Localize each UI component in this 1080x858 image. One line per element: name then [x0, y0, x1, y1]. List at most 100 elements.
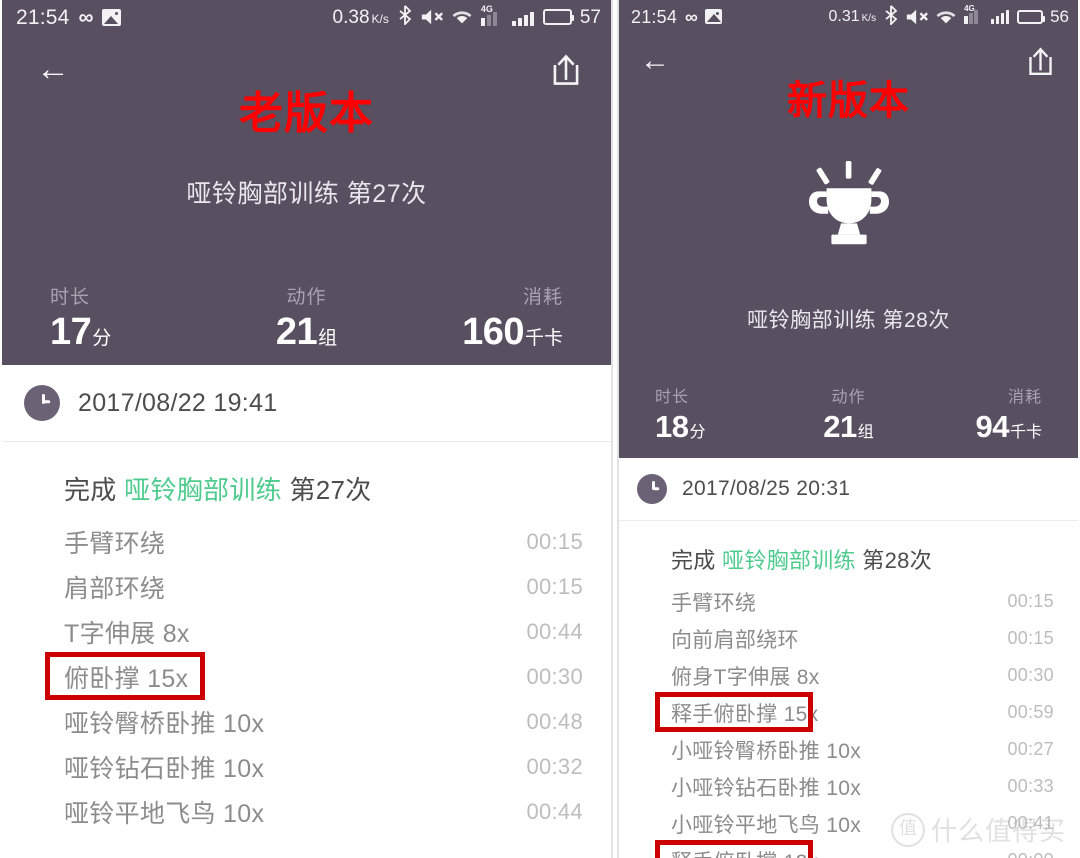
workout-timestamp-row: 2017/08/22 19:41 [2, 365, 611, 442]
stat-item: 消耗 94千卡 [913, 383, 1043, 442]
signal-sim2-icon [990, 9, 1010, 24]
exercise-name: 释手俯卧撑 12x [671, 846, 818, 858]
network-speed: 0.38 K/s [332, 6, 389, 28]
stat-unit: 分 [689, 424, 706, 441]
exercise-row[interactable]: 肩部环绕 00:15 [64, 564, 583, 609]
status-bar-left: 21:54 ∞ [2, 7, 121, 28]
completion-headline: 完成 哑铃胸部训练 第27次 [2, 442, 611, 519]
stat-label: 动作 [831, 389, 866, 406]
stat-unit: 组 [318, 328, 338, 349]
phone-screenshot-new-version: 21:54 ∞ 0.31 K/s 4G 56 ← 新版本 哑铃胸部训练 第28次 时长 18分 动作 2… [617, 0, 1078, 858]
completion-prefix: 完成 [671, 548, 716, 573]
exercise-duration: 00:30 [526, 663, 583, 689]
signal-sim1-icon: 4G [964, 5, 983, 24]
back-arrow-icon[interactable]: ← [36, 52, 70, 86]
stat-unit: 分 [92, 328, 112, 349]
exercise-duration: 00:44 [526, 618, 583, 644]
stat-value: 21组 [823, 409, 874, 444]
status-time: 21:54 [16, 5, 70, 29]
back-arrow-icon[interactable]: ← [639, 46, 671, 79]
exercise-name: 手臂环绕 [64, 529, 166, 558]
exercise-row[interactable]: 手臂环绕 00:15 [64, 519, 583, 564]
exercise-list: 手臂环绕 00:15 肩部环绕 00:15 T字伸展 8x 00:44 俯卧撑 15x 00:… [2, 519, 611, 834]
exercise-row[interactable]: 俯卧撑 15x 00:30 [45, 652, 583, 700]
infinity-icon: ∞ [685, 6, 698, 27]
version-annotation: 新版本 [787, 79, 910, 123]
screenshot-root: 21:54 ∞ 0.38 K/s 4G 57 ← 老版本 哑铃胸部训练 第27次 时长 17分 动作 2… [0, 0, 1080, 858]
exercise-row[interactable]: 俯身T字伸展 8x 00:30 [671, 657, 1054, 694]
exercise-duration: 00:32 [526, 753, 583, 779]
exercise-row[interactable]: T字伸展 8x 00:44 [64, 609, 583, 654]
clock-icon [637, 474, 667, 504]
exercise-name: 俯卧撑 15x [64, 664, 189, 693]
stat-label: 消耗 [522, 287, 563, 308]
workout-hero: ← 老版本 哑铃胸部训练 第27次 时长 17分 动作 21组 消耗 160千卡 [2, 34, 611, 365]
exercise-name: 俯身T字伸展 8x [671, 665, 820, 689]
signal-sim1-icon: 4G [480, 4, 503, 26]
exercise-row[interactable]: 小哑铃臀桥卧推 10x 00:27 [671, 731, 1054, 768]
status-bar-right: 0.31 K/s 4G 56 [828, 5, 1078, 29]
exercise-row[interactable]: 小哑铃平地飞鸟 10x 00:41 [671, 805, 1054, 842]
battery-icon [1017, 9, 1046, 24]
exercise-row[interactable]: 哑铃钻石卧推 10x 00:32 [64, 744, 583, 789]
stat-value: 18分 [655, 409, 706, 444]
exercise-name: 哑铃臀桥卧推 10x [64, 709, 265, 738]
completion-workout-name: 哑铃胸部训练 [722, 548, 856, 573]
bluetooth-icon [884, 4, 898, 29]
completion-prefix: 完成 [64, 475, 117, 505]
completion-workout-name: 哑铃胸部训练 [124, 475, 282, 505]
workout-timestamp: 2017/08/22 19:41 [78, 388, 278, 417]
stat-unit: 千卡 [1009, 424, 1042, 441]
stat-value: 21组 [275, 311, 338, 353]
exercise-name: 小哑铃臀桥卧推 10x [671, 739, 861, 763]
mobile-network-label: 4G [964, 4, 975, 13]
exercise-duration: 00:15 [526, 528, 583, 554]
battery-indicator: 56 [1017, 8, 1069, 25]
exercise-row[interactable]: 哑铃臀桥卧推 10x 00:48 [64, 699, 583, 744]
exercise-duration: 00:00 [1007, 850, 1054, 858]
stat-unit: 千卡 [524, 328, 563, 349]
version-annotation: 老版本 [239, 89, 374, 138]
mobile-network-label: 4G [480, 3, 493, 14]
share-icon[interactable] [551, 54, 581, 86]
stat-item: 动作 21组 [221, 282, 392, 351]
status-bar: 21:54 ∞ 0.31 K/s 4G 56 [619, 0, 1078, 33]
phone-screenshot-old-version: 21:54 ∞ 0.38 K/s 4G 57 ← 老版本 哑铃胸部训练 第27次 时长 17分 动作 2… [2, 0, 613, 858]
stat-label: 时长 [50, 287, 91, 308]
exercise-duration: 00:33 [1007, 776, 1054, 796]
exercise-duration: 00:15 [1007, 591, 1054, 611]
battery-percent: 56 [1050, 7, 1069, 26]
picture-icon [101, 8, 121, 26]
exercise-row[interactable]: 释手俯卧撑 15x 00:59 [655, 692, 1054, 732]
bluetooth-icon [398, 5, 412, 29]
trophy-icon [619, 161, 1078, 249]
exercise-name: 向前肩部绕环 [671, 628, 799, 652]
picture-icon [704, 9, 722, 24]
stat-value: 17分 [50, 311, 112, 353]
exercise-row[interactable]: 小哑铃钻石卧推 10x 00:33 [671, 768, 1054, 805]
exercise-name: T字伸展 8x [64, 619, 190, 648]
status-bar: 21:54 ∞ 0.38 K/s 4G 57 [2, 0, 611, 34]
signal-sim2-icon [511, 9, 534, 26]
exercise-row[interactable]: 向前肩部绕环 00:15 [671, 620, 1054, 657]
workout-stats: 时长 17分 动作 21组 消耗 160千卡 [2, 282, 611, 351]
stat-item: 时长 18分 [655, 383, 784, 442]
stat-label: 消耗 [1007, 389, 1042, 406]
exercise-name: 手臂环绕 [671, 591, 757, 615]
exercise-duration: 00:59 [1007, 702, 1054, 722]
stat-label: 动作 [286, 287, 327, 308]
status-time: 21:54 [631, 6, 678, 27]
stat-item: 消耗 160千卡 [392, 282, 563, 351]
clock-icon [24, 385, 60, 421]
exercise-duration: 00:30 [1007, 665, 1054, 685]
exercise-row[interactable]: 释手俯卧撑 12x 00:00 [655, 840, 1054, 858]
mute-icon [906, 8, 929, 26]
exercise-row[interactable]: 手臂环绕 00:15 [671, 583, 1054, 620]
network-speed: 0.31 K/s [828, 7, 877, 25]
workout-stats: 时长 18分 动作 21组 消耗 94千卡 [619, 383, 1078, 442]
status-bar-left: 21:54 ∞ [619, 8, 722, 26]
wifi-icon [452, 7, 472, 27]
share-icon[interactable] [1027, 47, 1054, 76]
stat-label: 时长 [655, 389, 690, 406]
exercise-row[interactable]: 哑铃平地飞鸟 10x 00:44 [64, 789, 583, 834]
